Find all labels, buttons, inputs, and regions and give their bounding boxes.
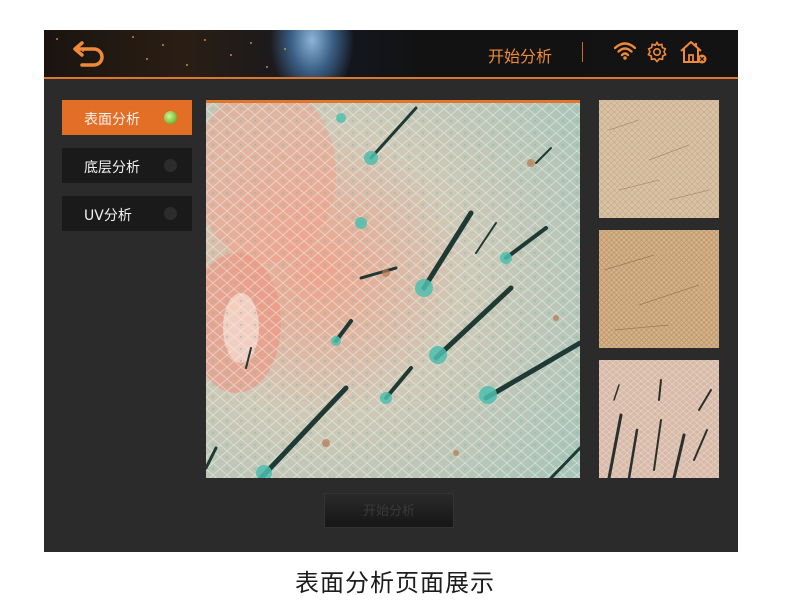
start-analysis-button[interactable]: 开始分析 — [324, 493, 454, 528]
page-caption: 表面分析页面展示 — [295, 569, 495, 597]
home-icon[interactable] — [678, 39, 708, 69]
status-indicator-on — [164, 111, 177, 124]
sidebar-item-label: 表面分析 — [84, 112, 140, 128]
sidebar-item-surface[interactable]: 表面分析 — [62, 100, 192, 135]
status-indicator-off — [164, 159, 177, 172]
sidebar-item-label: 底层分析 — [84, 160, 140, 176]
device-screen: 开始分析 表面分析 底层分析 UV分析 开始分析 — [44, 30, 738, 552]
sidebar-item-uv[interactable]: UV分析 — [62, 196, 192, 231]
thumbnail-1[interactable] — [599, 100, 719, 218]
back-arrow-icon[interactable] — [72, 39, 108, 67]
gear-icon[interactable] — [645, 40, 669, 68]
title-divider — [582, 42, 583, 62]
thumbnail-3[interactable] — [599, 360, 719, 478]
top-bar: 开始分析 — [44, 30, 738, 79]
sidebar-item-label: UV分析 — [84, 208, 132, 224]
status-indicator-off — [164, 207, 177, 220]
wifi-icon[interactable] — [613, 41, 637, 65]
main-skin-image[interactable] — [206, 100, 580, 478]
sidebar-item-base[interactable]: 底层分析 — [62, 148, 192, 183]
thumbnail-2[interactable] — [599, 230, 719, 348]
page-title: 开始分析 — [488, 47, 553, 66]
